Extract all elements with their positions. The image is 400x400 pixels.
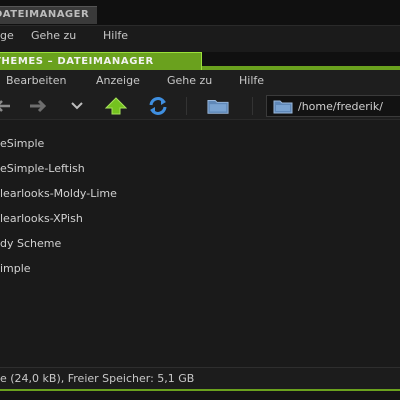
background-window-titlebar[interactable]: DATEIMANAGER	[0, 0, 400, 26]
status-text: e (24,0 kB), Freier Speicher: 5,1 GB	[0, 372, 195, 385]
background-menu-item-go[interactable]: Gehe zu	[31, 29, 76, 42]
list-item[interactable]: imple	[0, 258, 400, 280]
location-folder-icon	[273, 99, 293, 117]
folder-icon[interactable]	[207, 96, 229, 116]
window-title: THEMES – DATEIMANAGER	[0, 56, 154, 67]
list-item[interactable]: eSimple	[0, 133, 400, 155]
window-titlebar[interactable]: THEMES – DATEIMANAGER	[0, 52, 400, 70]
menu-gehe-zu[interactable]: Gehe zu	[167, 74, 212, 87]
menu-anzeige[interactable]: Anzeige	[96, 74, 140, 87]
back-arrow-icon[interactable]	[0, 96, 14, 116]
background-window-title-tab[interactable]: DATEIMANAGER	[0, 6, 98, 24]
file-manager-window: THEMES – DATEIMANAGER Bearbeiten Anzeige…	[0, 52, 400, 400]
go-up-icon[interactable]	[105, 96, 127, 116]
list-item[interactable]: learlooks-Moldy-Lime	[0, 183, 400, 205]
location-path[interactable]: /home/frederik/	[298, 100, 383, 113]
list-item[interactable]: dy Scheme	[0, 233, 400, 255]
list-item[interactable]: eSimple-Leftish	[0, 158, 400, 180]
background-menu-item-edit[interactable]: ge	[0, 29, 14, 42]
background-window-title: DATEIMANAGER	[0, 9, 90, 20]
menu-hilfe[interactable]: Hilfe	[239, 74, 264, 87]
background-menu-item-help[interactable]: Hilfe	[103, 29, 128, 42]
chevron-down-icon[interactable]	[66, 96, 88, 116]
reload-icon[interactable]	[147, 96, 169, 116]
toolbar-separator	[186, 97, 187, 115]
file-name: imple	[0, 262, 31, 275]
file-name: eSimple	[0, 137, 45, 150]
background-window-menubar: ge Gehe zu Hilfe	[0, 26, 400, 46]
forward-arrow-icon[interactable]	[28, 96, 50, 116]
file-list: eSimple eSimple-Leftish learlooks-Moldy-…	[0, 121, 400, 369]
list-item[interactable]: learlooks-XPish	[0, 208, 400, 230]
file-name: dy Scheme	[0, 237, 62, 250]
file-name: learlooks-XPish	[0, 212, 83, 225]
menu-bearbeiten[interactable]: Bearbeiten	[6, 74, 66, 87]
menubar: Bearbeiten Anzeige Gehe zu Hilfe	[0, 70, 400, 92]
toolbar-separator-2	[252, 97, 253, 115]
status-bar: e (24,0 kB), Freier Speicher: 5,1 GB	[0, 367, 400, 389]
location-bar[interactable]: /home/frederik/	[266, 95, 400, 117]
file-name: eSimple-Leftish	[0, 162, 85, 175]
window-title-tab[interactable]: THEMES – DATEIMANAGER	[0, 52, 202, 70]
file-name: learlooks-Moldy-Lime	[0, 187, 117, 200]
window-bottom-edge	[0, 389, 400, 400]
